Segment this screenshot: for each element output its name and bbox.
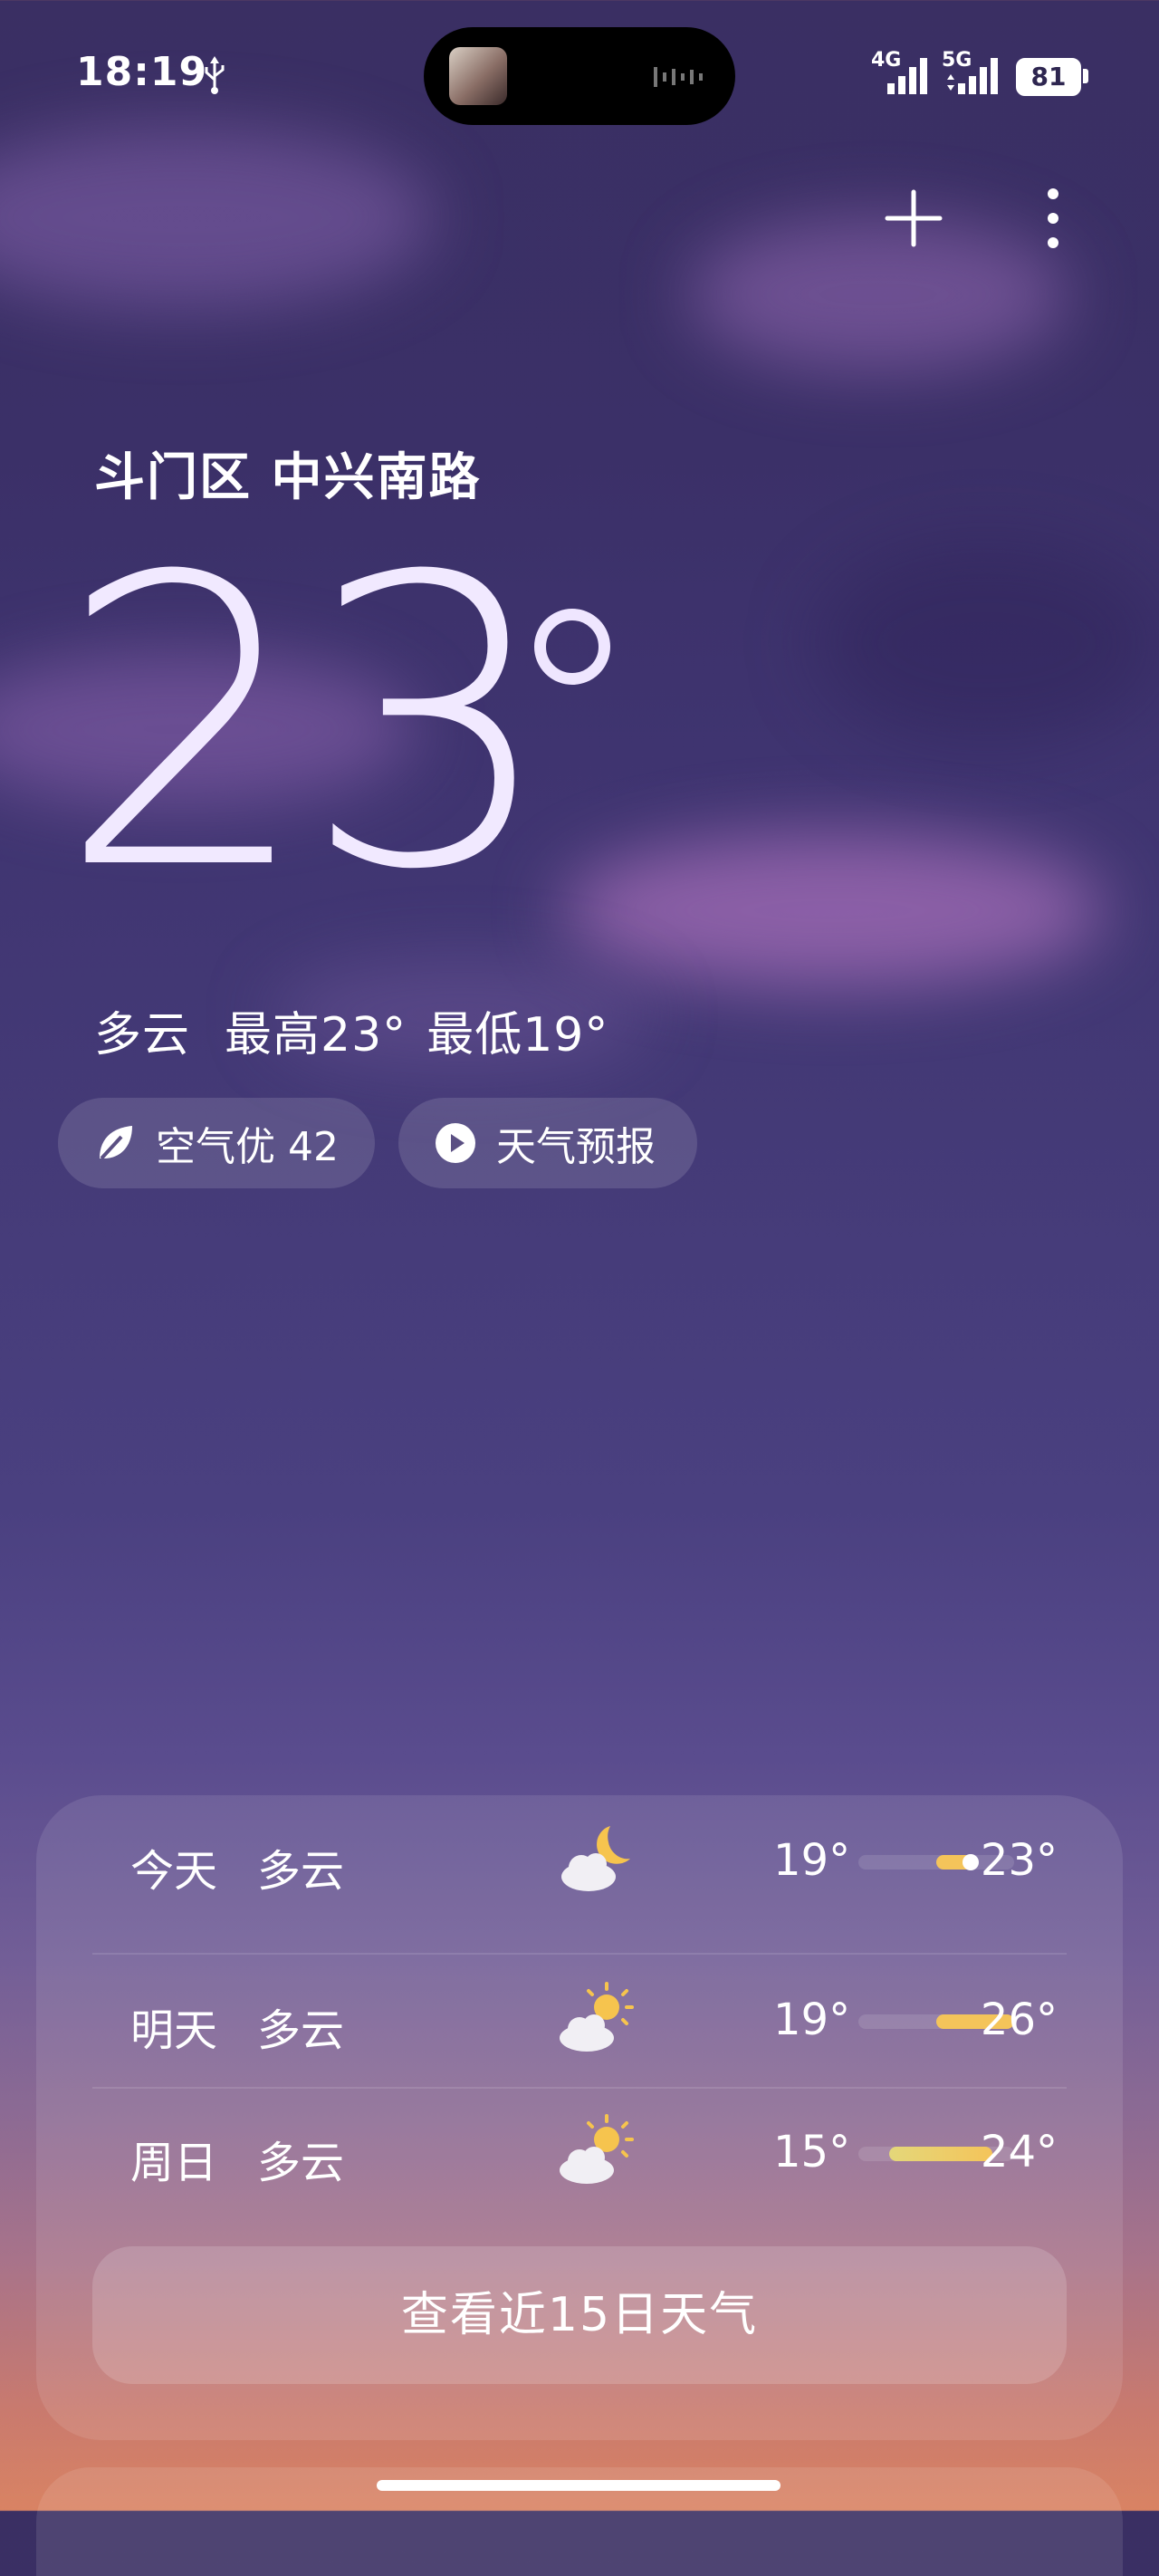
current-temp-marker (962, 1854, 979, 1870)
forecast-condition: 多云 (257, 1846, 345, 1897)
weather-forecast-label: 天气预报 (496, 1124, 656, 1170)
daily-forecast-card: 今天 多云 19° 23° 明天 多云 19° 26° 周日 多云 15° 24… (36, 1795, 1123, 2440)
air-quality-label: 空气优 42 (156, 1124, 339, 1170)
current-temperature: 23 (58, 493, 556, 956)
forecast-high: 24° (980, 2127, 1058, 2177)
weather-forecast-chip[interactable]: 天气预报 (398, 1098, 697, 1188)
audio-wave-icon (654, 67, 703, 87)
status-bar: 18:19 4G 5G 81 (0, 0, 1159, 154)
partly-cloudy-icon (560, 1982, 634, 2052)
forecast-day: 今天 (130, 1846, 218, 1897)
air-quality-chip[interactable]: 空气优 42 (58, 1098, 375, 1188)
add-city-button[interactable] (884, 188, 943, 248)
cloudy-night-icon (561, 1826, 630, 1891)
forecast-row-today[interactable]: 今天 多云 19° 23° (92, 1795, 1067, 1926)
forecast-high: 26° (980, 1994, 1058, 2045)
usb-icon (205, 56, 225, 94)
temperature-range-fill (889, 2147, 992, 2161)
now-playing-avatar (449, 47, 507, 105)
forecast-day: 明天 (130, 2005, 218, 2056)
more-options-button[interactable] (1041, 187, 1065, 250)
forecast-row-tomorrow[interactable]: 明天 多云 19° 26° (92, 1955, 1067, 2085)
dynamic-island[interactable] (424, 27, 735, 125)
weather-summary: 多云 最高23° 最低19° (94, 996, 643, 1064)
partly-cloudy-icon (560, 2114, 634, 2184)
play-icon (436, 1123, 475, 1163)
view-15-day-button[interactable]: 查看近15日天气 (92, 2246, 1067, 2384)
status-time: 18:19 (76, 49, 208, 95)
forecast-low: 15° (773, 2127, 851, 2177)
battery-tip (1083, 69, 1088, 83)
battery-indicator: 81 (1016, 58, 1081, 96)
forecast-high: 23° (980, 1835, 1058, 1886)
degree-symbol (534, 609, 610, 685)
today-high: 最高23° (225, 1008, 407, 1062)
forecast-row-sunday[interactable]: 周日 多云 15° 24° (92, 2087, 1067, 2217)
forecast-condition: 多云 (257, 2005, 345, 2056)
current-condition: 多云 (94, 1008, 191, 1062)
forecast-low: 19° (773, 1994, 851, 2045)
home-indicator[interactable] (377, 2480, 781, 2491)
forecast-low: 19° (773, 1835, 851, 1886)
today-low: 最低19° (426, 1008, 609, 1062)
leaf-icon (100, 1126, 132, 1160)
forecast-day: 周日 (130, 2138, 218, 2188)
forecast-condition: 多云 (257, 2138, 345, 2188)
